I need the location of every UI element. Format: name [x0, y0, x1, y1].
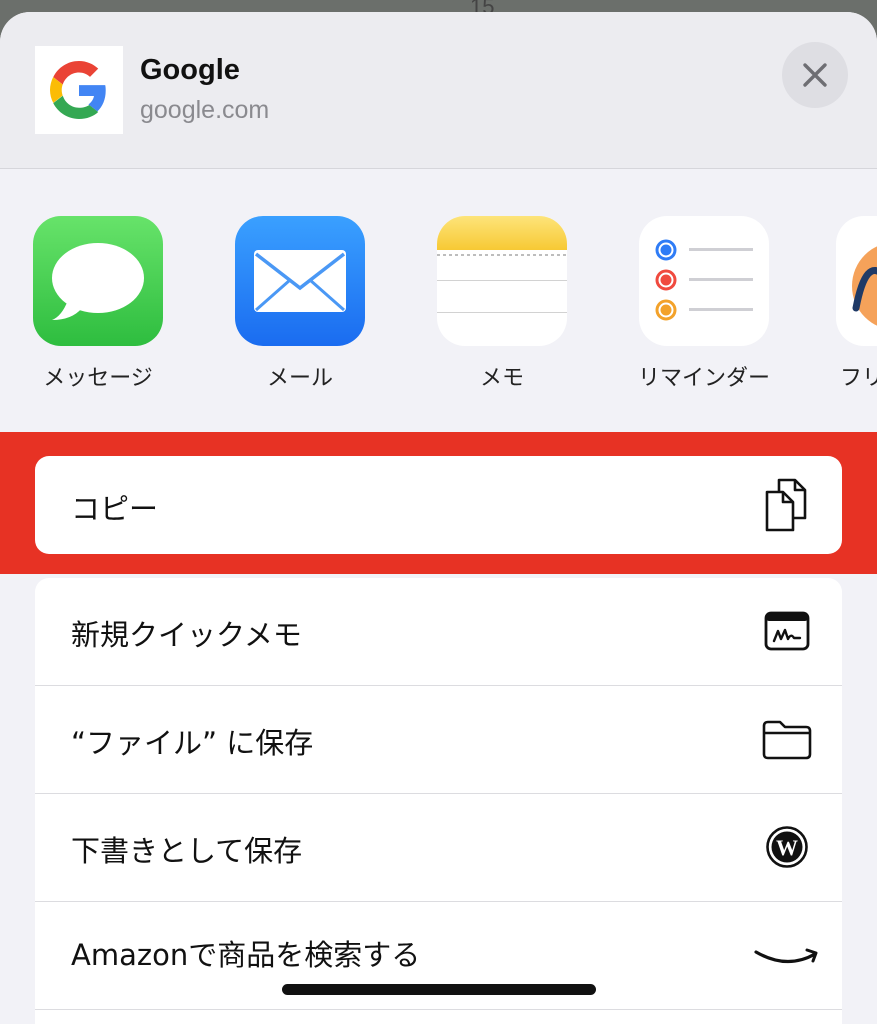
quick-note-icon: [762, 606, 812, 656]
quick-note-action[interactable]: 新規クイックメモ: [35, 578, 842, 685]
app-label: フリ: [840, 366, 877, 391]
svg-text:W: W: [776, 835, 798, 860]
action-label: 新規クイックメモ: [71, 618, 302, 652]
folder-icon: [762, 714, 812, 764]
row-separator: [35, 1009, 842, 1010]
action-group: 新規クイックメモ “ファイル” に保存 下書きとして保存 W Amazonで商品…: [35, 578, 842, 1024]
site-title: Google: [140, 54, 240, 86]
app-notes[interactable]: メモ: [432, 216, 572, 392]
action-label: Amazonで商品を検索する: [71, 938, 421, 972]
home-indicator[interactable]: [282, 984, 596, 995]
copy-icon: [762, 478, 812, 532]
copy-action[interactable]: コピー: [35, 456, 842, 554]
freeform-icon: [836, 216, 877, 346]
wordpress-icon: W: [762, 822, 812, 872]
action-label: 下書きとして保存: [71, 834, 303, 868]
google-logo-icon: [35, 46, 123, 134]
app-label: メール: [266, 366, 333, 391]
share-sheet: Google google.com メッセージ メール メモ リマインダー フリ…: [0, 12, 877, 1024]
app-label: リマインダー: [637, 366, 770, 391]
app-mail[interactable]: メール: [230, 216, 370, 392]
app-messages[interactable]: メッセージ: [28, 216, 168, 392]
notes-icon: [437, 216, 567, 346]
site-url: google.com: [140, 96, 270, 124]
amazon-icon: [752, 930, 822, 980]
app-label: メッセージ: [43, 366, 153, 391]
app-freeform[interactable]: フリ: [836, 216, 877, 392]
app-label: メモ: [479, 366, 524, 391]
header-divider: [0, 168, 877, 169]
reminders-icon: [639, 216, 769, 346]
save-draft-action[interactable]: 下書きとして保存 W: [35, 794, 842, 901]
share-header: Google google.com: [0, 12, 877, 169]
close-button[interactable]: [782, 42, 848, 108]
action-label: “ファイル” に保存: [71, 726, 314, 760]
mail-icon: [235, 216, 365, 346]
action-label: コピー: [71, 492, 159, 526]
messages-icon: [33, 216, 163, 346]
save-to-files-action[interactable]: “ファイル” に保存: [35, 686, 842, 793]
close-icon: [803, 63, 827, 87]
app-reminders[interactable]: リマインダー: [634, 216, 774, 392]
